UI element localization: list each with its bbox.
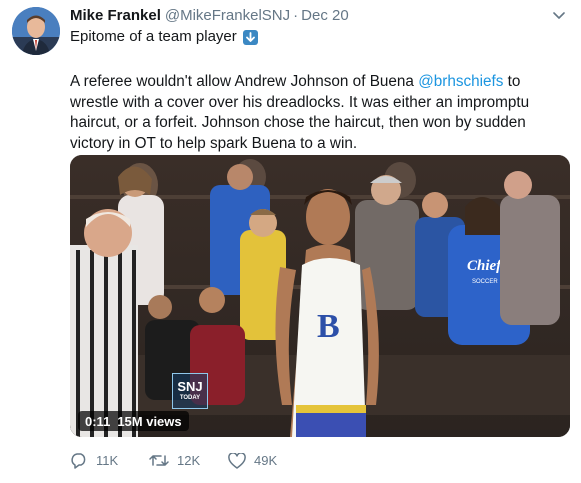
tweet-body: A referee wouldn't allow Andrew Johnson …	[70, 72, 570, 154]
reply-button[interactable]: 11K	[70, 452, 149, 469]
avatar[interactable]	[12, 7, 60, 55]
body-text-part: A referee wouldn't allow Andrew Johnson …	[70, 73, 419, 90]
tweet-actions: 11K 12K 49K	[70, 452, 307, 469]
video-frame: Chiefs SOCCER B	[70, 155, 570, 437]
reply-count: 11K	[96, 453, 119, 468]
separator-dot: ·	[293, 7, 299, 24]
mention-link[interactable]: @brhschiefs	[418, 73, 503, 90]
heart-icon	[228, 452, 246, 469]
like-button[interactable]: 49K	[228, 452, 307, 469]
singlet-letter: B	[317, 308, 340, 345]
hoodie-subtext: SOCCER	[472, 279, 498, 285]
video-duration: 0:11	[85, 413, 111, 429]
tweet-headline: Epitome of a team player	[70, 28, 237, 45]
tweet-headline-line: Epitome of a team player	[70, 27, 258, 47]
retweet-count: 12K	[177, 453, 201, 468]
retweet-button[interactable]: 12K	[149, 452, 228, 469]
video-player[interactable]: Chiefs SOCCER B SNJ TODAY 0:11 15M views	[70, 155, 570, 437]
video-info-pill: 0:11 15M views	[78, 411, 189, 431]
down-arrow-icon	[242, 29, 258, 45]
snj-logo-subtext: TODAY	[179, 395, 201, 401]
like-count: 49K	[254, 453, 278, 468]
user-handle[interactable]: @MikeFrankelSNJ	[165, 7, 290, 24]
display-name[interactable]: Mike Frankel	[70, 7, 161, 24]
tweet-date[interactable]: Dec 20	[301, 7, 349, 24]
retweet-icon	[149, 453, 169, 468]
snj-logo: SNJ TODAY	[172, 373, 208, 409]
reply-icon	[70, 452, 88, 469]
video-views: 15M views	[117, 413, 182, 429]
snj-logo-text: SNJ	[177, 379, 203, 394]
chevron-down-icon[interactable]	[551, 8, 567, 24]
tweet-header: Mike Frankel @MikeFrankelSNJ · Dec 20	[70, 6, 349, 26]
